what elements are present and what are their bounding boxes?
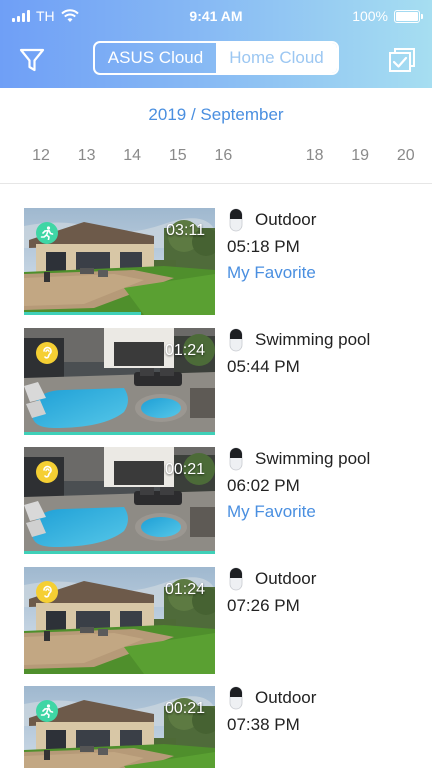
camera-name: Outdoor bbox=[255, 210, 317, 229]
status-right: 100% bbox=[352, 8, 423, 24]
favorite-link[interactable]: My Favorite bbox=[227, 502, 316, 522]
camera-name: Swimming pool bbox=[255, 449, 371, 468]
camera-icon bbox=[229, 328, 243, 351]
event-type-badge bbox=[36, 580, 58, 603]
battery-percent: 100% bbox=[352, 8, 388, 24]
day-19[interactable]: 19 bbox=[345, 142, 375, 170]
recording-item[interactable]: 03:11 Outdoor 05:18 PM My Favorite bbox=[0, 208, 432, 317]
motion-icon bbox=[40, 226, 54, 240]
recording-list: 03:11 Outdoor 05:18 PM My Favorite 01:24… bbox=[0, 184, 432, 768]
status-bar: TH 9:41 AM 100% bbox=[0, 0, 432, 32]
duration-label: 01:24 bbox=[164, 580, 205, 598]
app-header: TH 9:41 AM 100% ASUS Cloud Home Cloud bbox=[0, 0, 432, 88]
cloud-source-toggle: ASUS Cloud Home Cloud bbox=[93, 41, 339, 75]
day-14[interactable]: 14 bbox=[117, 142, 147, 170]
motion-icon bbox=[40, 704, 54, 718]
multi-select-icon[interactable] bbox=[388, 47, 416, 73]
camera-name: Outdoor bbox=[255, 568, 317, 588]
day-20[interactable]: 20 bbox=[391, 142, 421, 170]
day-selector: 12 13 14 15 16 17 18 19 20 bbox=[0, 142, 432, 172]
recording-item[interactable]: 00:21 Outdoor 07:38 PM bbox=[0, 686, 432, 768]
event-type-badge bbox=[36, 461, 58, 483]
camera-icon bbox=[229, 686, 243, 710]
recording-time: 05:18 PM bbox=[227, 237, 300, 256]
filter-icon[interactable] bbox=[18, 46, 46, 74]
recording-thumbnail[interactable]: 01:24 bbox=[24, 566, 215, 674]
day-16[interactable]: 16 bbox=[208, 142, 238, 170]
playback-progress bbox=[24, 551, 215, 554]
camera-name: Outdoor bbox=[255, 688, 317, 707]
day-15[interactable]: 15 bbox=[163, 142, 193, 170]
sound-icon bbox=[43, 585, 52, 598]
recording-item[interactable]: 00:21 Swimming pool 06:02 PM My Favorite bbox=[0, 447, 432, 556]
month-title: 2019 / September bbox=[148, 105, 284, 124]
recording-thumbnail[interactable]: 00:21 bbox=[24, 447, 215, 554]
day-17[interactable]: 17 bbox=[254, 142, 284, 170]
recording-thumbnail[interactable]: 01:24 bbox=[24, 327, 215, 435]
sound-icon bbox=[43, 346, 52, 359]
camera-icon bbox=[229, 447, 243, 471]
recording-item[interactable]: 01:24 Outdoor 07:26 PM bbox=[0, 566, 432, 676]
thumbnail-image bbox=[24, 686, 215, 768]
event-type-badge bbox=[36, 222, 58, 244]
recording-time: 06:02 PM bbox=[227, 476, 300, 495]
recording-time: 07:26 PM bbox=[227, 595, 300, 615]
favorite-link[interactable]: My Favorite bbox=[227, 263, 316, 283]
playback-progress bbox=[24, 312, 141, 315]
tab-asus-cloud[interactable]: ASUS Cloud bbox=[95, 43, 216, 73]
duration-label: 03:11 bbox=[166, 222, 205, 239]
tab-home-cloud[interactable]: Home Cloud bbox=[216, 43, 337, 73]
sound-icon bbox=[43, 465, 52, 478]
day-12[interactable]: 12 bbox=[26, 142, 56, 170]
day-18[interactable]: 18 bbox=[300, 142, 330, 170]
recording-time: 07:38 PM bbox=[227, 715, 300, 734]
recording-thumbnail[interactable]: 00:21 bbox=[24, 686, 215, 768]
duration-label: 00:21 bbox=[164, 461, 205, 478]
duration-label: 00:21 bbox=[164, 700, 205, 717]
camera-icon bbox=[229, 567, 243, 590]
event-type-badge bbox=[36, 341, 58, 364]
camera-name: Swimming pool bbox=[255, 329, 371, 349]
battery-fill bbox=[396, 11, 418, 21]
recording-thumbnail[interactable]: 03:11 bbox=[24, 208, 215, 315]
event-type-badge bbox=[36, 700, 58, 722]
playback-progress bbox=[24, 431, 215, 435]
camera-icon bbox=[229, 208, 243, 232]
recording-time: 05:44 PM bbox=[227, 356, 300, 376]
recording-item[interactable]: 01:24 Swimming pool 05:44 PM bbox=[0, 327, 432, 437]
day-13[interactable]: 13 bbox=[72, 142, 102, 170]
battery-icon bbox=[394, 9, 423, 23]
duration-label: 01:24 bbox=[164, 341, 205, 359]
